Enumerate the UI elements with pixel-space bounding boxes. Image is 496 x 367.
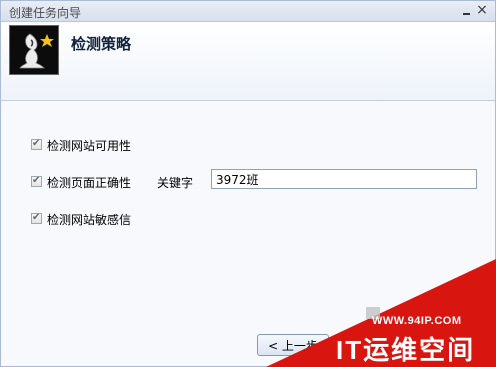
page-title: 检测策略 [71, 35, 132, 53]
watermark-url: WWW.94IP.COM [372, 315, 462, 327]
minimize-button[interactable] [461, 5, 473, 17]
close-button[interactable]: × [475, 2, 489, 18]
check-availability-label[interactable]: 检测网站可用性 [47, 137, 131, 154]
wizard-hat-logo-icon [9, 25, 59, 75]
check-correctness-checkbox[interactable]: ✔ [31, 175, 42, 187]
wizard-hat-icon [19, 33, 54, 69]
keyword-input[interactable] [211, 169, 477, 189]
checkmark-icon: ✔ [32, 175, 41, 186]
check-sensitive-info-checkbox[interactable]: ✔ [31, 212, 42, 224]
checkmark-icon: ✔ [32, 138, 41, 149]
check-correctness-label[interactable]: 检测页面正确性 [47, 174, 131, 191]
title-bar: 创建任务向导 × [1, 1, 495, 22]
checkmark-icon: ✔ [32, 212, 41, 223]
watermark-brand: IT运维空间 [336, 335, 476, 365]
keyword-label: 关键字 [157, 176, 194, 190]
check-availability-checkbox[interactable]: ✔ [31, 138, 42, 150]
check-sensitive-info-label[interactable]: 检测网站敏感信 [47, 211, 131, 228]
window-title: 创建任务向导 [9, 6, 82, 20]
